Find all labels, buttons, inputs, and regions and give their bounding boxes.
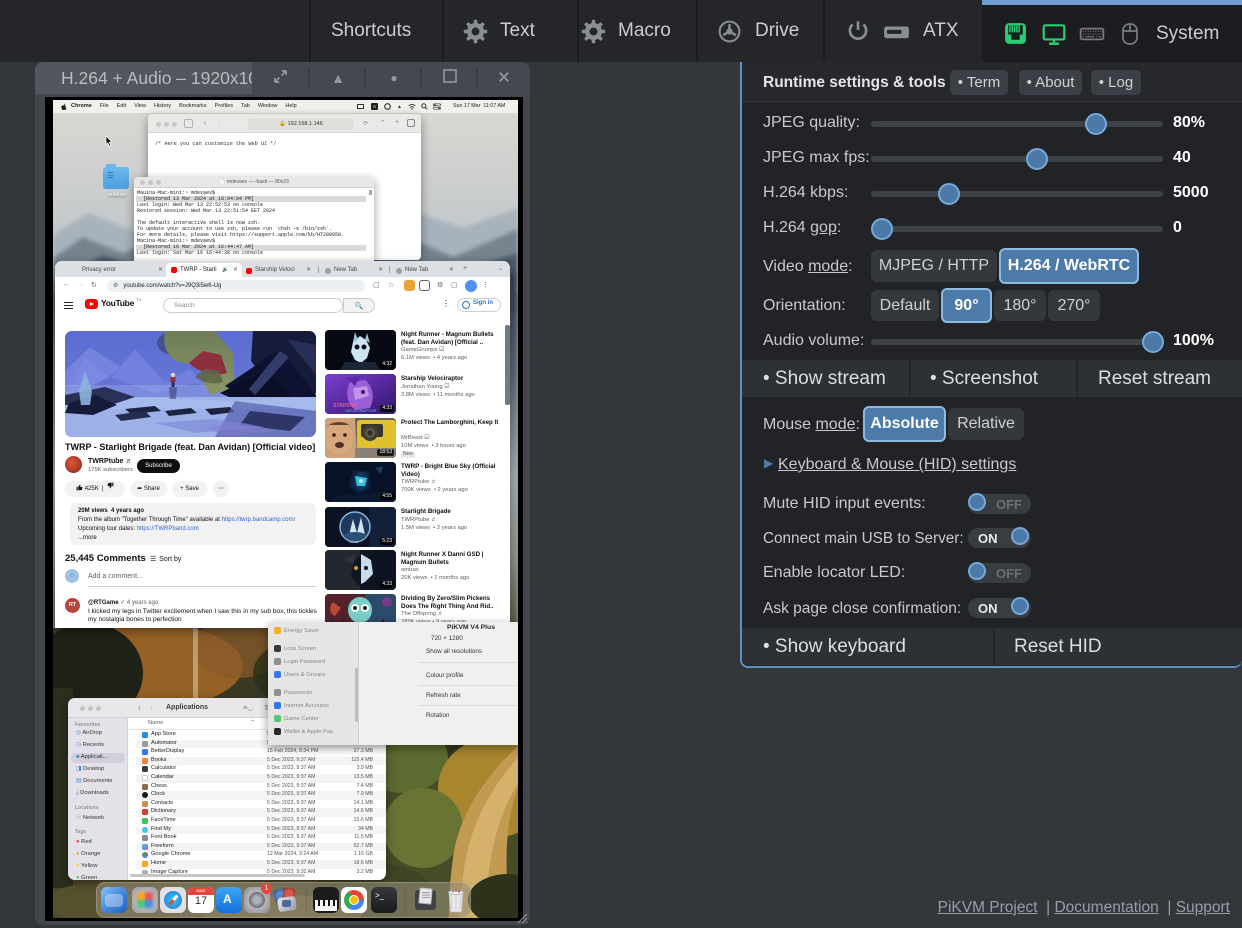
- svg-text:VELOCIRAPTOR: VELOCIRAPTOR: [345, 408, 376, 413]
- svg-text:1982: 1982: [349, 539, 359, 544]
